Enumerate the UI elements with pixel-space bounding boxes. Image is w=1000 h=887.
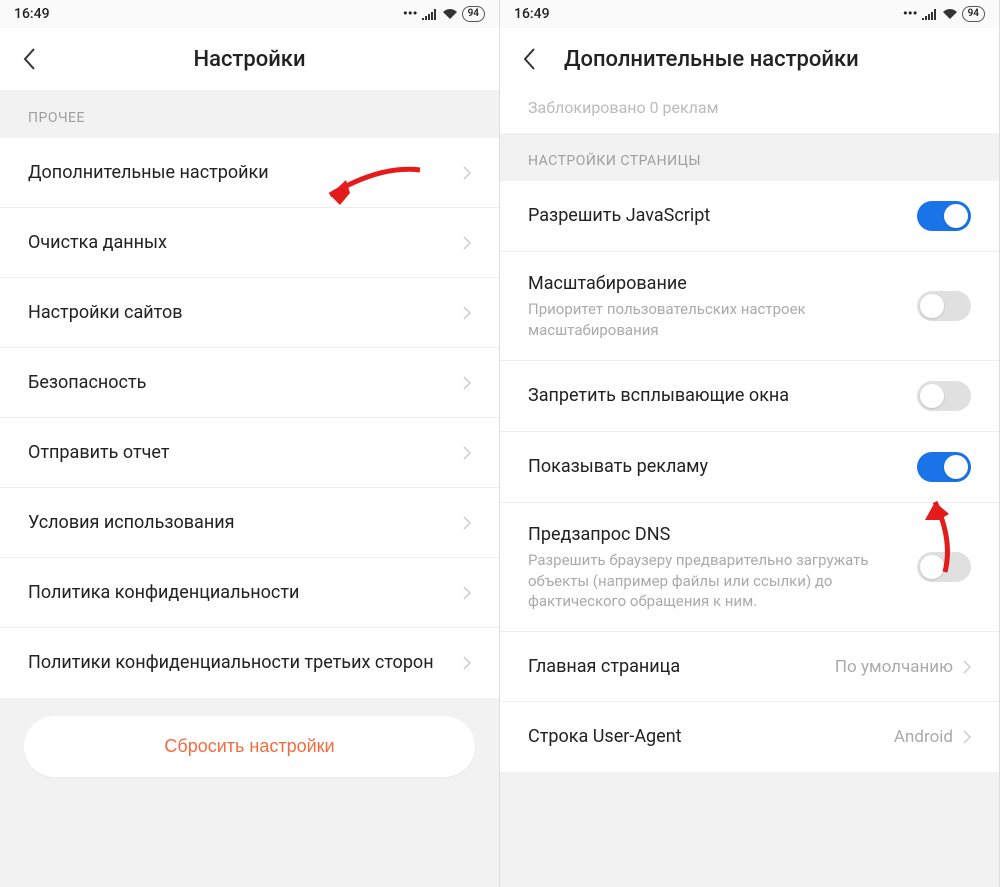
faded-subheader: Заблокировано 0 реклам bbox=[500, 90, 999, 133]
settings-content[interactable]: ПРОЧЕЕ Дополнительные настройки Очистка … bbox=[0, 90, 499, 887]
chevron-right-icon bbox=[963, 730, 971, 744]
row-label: Политики конфиденциальности третьих стор… bbox=[28, 651, 463, 674]
row-label: Главная страница bbox=[528, 655, 835, 678]
row-label: Предзапрос DNS bbox=[528, 523, 917, 546]
chevron-right-icon bbox=[463, 376, 471, 390]
row-label: Настройки сайтов bbox=[28, 301, 463, 324]
row-label: Очистка данных bbox=[28, 231, 463, 254]
status-time: 16:49 bbox=[14, 6, 50, 22]
row-value: По умолчанию bbox=[835, 657, 953, 677]
chevron-right-icon bbox=[463, 166, 471, 180]
toggle-dns-prefetch[interactable] bbox=[917, 552, 971, 582]
cellular-icon bbox=[422, 8, 438, 20]
row-homepage[interactable]: Главная страница По умолчанию bbox=[500, 632, 999, 702]
row-sublabel: Разрешить браузеру предварительно загруж… bbox=[528, 550, 917, 611]
row-label: Условия использования bbox=[28, 511, 463, 534]
battery-icon: 94 bbox=[962, 6, 985, 22]
page-title: Дополнительные настройки bbox=[564, 47, 985, 72]
battery-icon: 94 bbox=[462, 6, 485, 22]
reset-button[interactable]: Сбросить настройки bbox=[24, 716, 475, 777]
toggle-zoom[interactable] bbox=[917, 291, 971, 321]
row-security[interactable]: Безопасность bbox=[0, 348, 499, 418]
signal-dots-icon: ••• bbox=[403, 6, 418, 22]
row-label: Масштабирование bbox=[528, 272, 917, 295]
row-value: Android bbox=[894, 727, 953, 747]
row-sublabel: Приоритет пользовательских настроек масш… bbox=[528, 299, 917, 340]
status-icons: ••• 94 bbox=[903, 6, 985, 22]
row-javascript[interactable]: Разрешить JavaScript bbox=[500, 181, 999, 252]
row-label: Показывать рекламу bbox=[528, 455, 917, 478]
row-privacy-policy[interactable]: Политика конфиденциальности bbox=[0, 558, 499, 628]
status-icons: ••• 94 bbox=[403, 6, 485, 22]
row-third-party-privacy[interactable]: Политики конфиденциальности третьих стор… bbox=[0, 628, 499, 698]
status-bar: 16:49 ••• 94 bbox=[500, 0, 999, 28]
chevron-right-icon bbox=[463, 586, 471, 600]
page-settings-list: Разрешить JavaScript Масштабирование При… bbox=[500, 181, 999, 772]
row-site-settings[interactable]: Настройки сайтов bbox=[0, 278, 499, 348]
chevron-left-icon bbox=[23, 48, 35, 70]
wifi-icon bbox=[942, 8, 958, 20]
status-time: 16:49 bbox=[514, 6, 550, 22]
chevron-right-icon bbox=[463, 306, 471, 320]
toggle-javascript[interactable] bbox=[917, 201, 971, 231]
cellular-icon bbox=[922, 8, 938, 20]
status-bar: 16:49 ••• 94 bbox=[0, 0, 499, 28]
phone-advanced-settings: 16:49 ••• 94 Дополнительные настройки За… bbox=[500, 0, 1000, 887]
row-show-ads[interactable]: Показывать рекламу bbox=[500, 432, 999, 503]
chevron-right-icon bbox=[463, 656, 471, 670]
header: Дополнительные настройки bbox=[500, 28, 999, 90]
toggle-block-popups[interactable] bbox=[917, 381, 971, 411]
row-label: Политика конфиденциальности bbox=[28, 581, 463, 604]
section-title-other: ПРОЧЕЕ bbox=[0, 90, 499, 138]
chevron-left-icon bbox=[523, 48, 535, 70]
row-additional-settings[interactable]: Дополнительные настройки bbox=[0, 138, 499, 208]
advanced-content[interactable]: Заблокировано 0 реклам НАСТРОЙКИ СТРАНИЦ… bbox=[500, 90, 999, 887]
chevron-right-icon bbox=[463, 516, 471, 530]
phone-settings: 16:49 ••• 94 Настройки ПРОЧЕЕ Дополнител… bbox=[0, 0, 500, 887]
row-clear-data[interactable]: Очистка данных bbox=[0, 208, 499, 278]
page-title: Настройки bbox=[0, 47, 499, 72]
row-dns-prefetch[interactable]: Предзапрос DNS Разрешить браузеру предва… bbox=[500, 503, 999, 632]
chevron-right-icon bbox=[463, 236, 471, 250]
toggle-show-ads[interactable] bbox=[917, 452, 971, 482]
row-label: Разрешить JavaScript bbox=[528, 204, 917, 227]
row-send-report[interactable]: Отправить отчет bbox=[0, 418, 499, 488]
row-user-agent[interactable]: Строка User-Agent Android bbox=[500, 702, 999, 772]
row-label: Строка User-Agent bbox=[528, 725, 894, 748]
row-terms[interactable]: Условия использования bbox=[0, 488, 499, 558]
chevron-right-icon bbox=[963, 660, 971, 674]
row-block-popups[interactable]: Запретить всплывающие окна bbox=[500, 361, 999, 432]
row-zoom[interactable]: Масштабирование Приоритет пользовательск… bbox=[500, 252, 999, 361]
row-label: Отправить отчет bbox=[28, 441, 463, 464]
back-button[interactable] bbox=[514, 44, 544, 74]
chevron-right-icon bbox=[463, 446, 471, 460]
back-button[interactable] bbox=[14, 44, 44, 74]
signal-dots-icon: ••• bbox=[903, 6, 918, 22]
section-title-page-settings: НАСТРОЙКИ СТРАНИЦЫ bbox=[500, 133, 999, 181]
header: Настройки bbox=[0, 28, 499, 90]
row-label: Безопасность bbox=[28, 371, 463, 394]
settings-list: Дополнительные настройки Очистка данных … bbox=[0, 138, 499, 698]
row-label: Дополнительные настройки bbox=[28, 161, 463, 184]
wifi-icon bbox=[442, 8, 458, 20]
row-label: Запретить всплывающие окна bbox=[528, 384, 917, 407]
reset-area: Сбросить настройки bbox=[0, 698, 499, 803]
